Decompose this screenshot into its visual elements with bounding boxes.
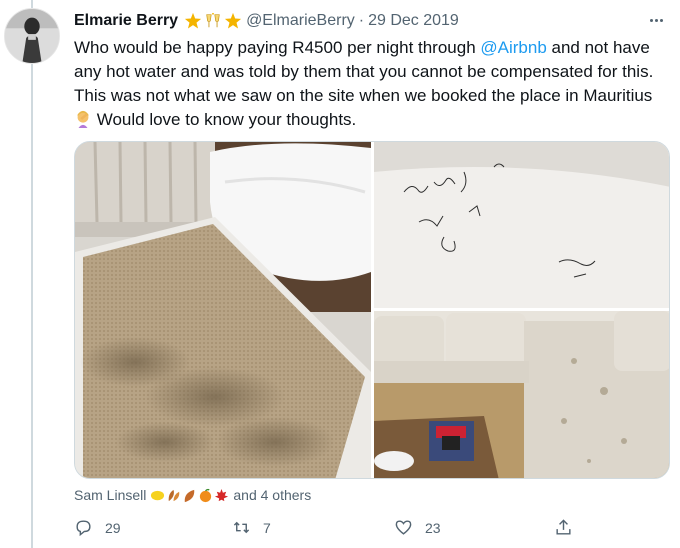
liker-name[interactable]: Sam Linsell: [74, 487, 146, 503]
leaf-emoji-icon: [182, 488, 197, 503]
clinking-glasses-emoji-icon: [206, 12, 220, 28]
share-button[interactable]: [554, 518, 573, 537]
liked-by-row[interactable]: Sam Linsell and 4 others: [74, 485, 311, 505]
retweet-count: 7: [263, 519, 271, 536]
share-icon: [556, 519, 571, 535]
tweet-date[interactable]: 29 Dec 2019: [368, 12, 459, 30]
avatar-photo: [5, 9, 59, 63]
media-grid: [74, 141, 670, 479]
lemon-emoji-icon: [150, 488, 165, 503]
name-emojis: [184, 12, 242, 30]
action-bar: 29 7 23: [74, 518, 574, 540]
separator-dot: ·: [358, 12, 365, 29]
mention-link[interactable]: @Airbnb: [480, 38, 546, 57]
liker-emojis: [150, 488, 229, 503]
heart-icon: [395, 520, 412, 535]
like-count: 23: [425, 519, 441, 536]
tweet-header: Elmarie Berry @ElmarieBerry · 29 Dec 201…: [74, 10, 459, 32]
orange-emoji-icon: [198, 488, 213, 503]
tweet-text-part1: Who would be happy paying R4500 per nigh…: [74, 38, 481, 57]
user-handle[interactable]: @ElmarieBerry: [246, 12, 355, 30]
liker-others[interactable]: and 4 others: [233, 487, 311, 503]
reply-button[interactable]: 29: [74, 518, 121, 537]
avatar[interactable]: [4, 8, 60, 64]
star-emoji-icon: [224, 12, 242, 29]
leaves-emoji-icon: [166, 488, 181, 503]
photo-marked-sheet[interactable]: [374, 142, 669, 308]
tweet-text-part3: Would love to know your thoughts.: [92, 110, 357, 129]
thread-line: [31, 0, 33, 548]
maple-leaf-emoji-icon: [214, 488, 229, 503]
retweet-icon: [233, 521, 250, 534]
more-options-icon[interactable]: [646, 10, 666, 30]
reply-icon: [76, 520, 91, 537]
tweet-text: Who would be happy paying R4500 per nigh…: [74, 36, 664, 132]
star-emoji-icon: [184, 12, 202, 29]
woman-facepalming-emoji-icon: [77, 110, 89, 128]
photo-stained-sofa[interactable]: [374, 311, 669, 478]
display-name[interactable]: Elmarie Berry: [74, 12, 178, 30]
retweet-button[interactable]: 7: [232, 518, 271, 537]
photo-stained-rug[interactable]: [75, 142, 371, 478]
like-button[interactable]: 23: [394, 518, 441, 537]
reply-count: 29: [105, 519, 121, 536]
